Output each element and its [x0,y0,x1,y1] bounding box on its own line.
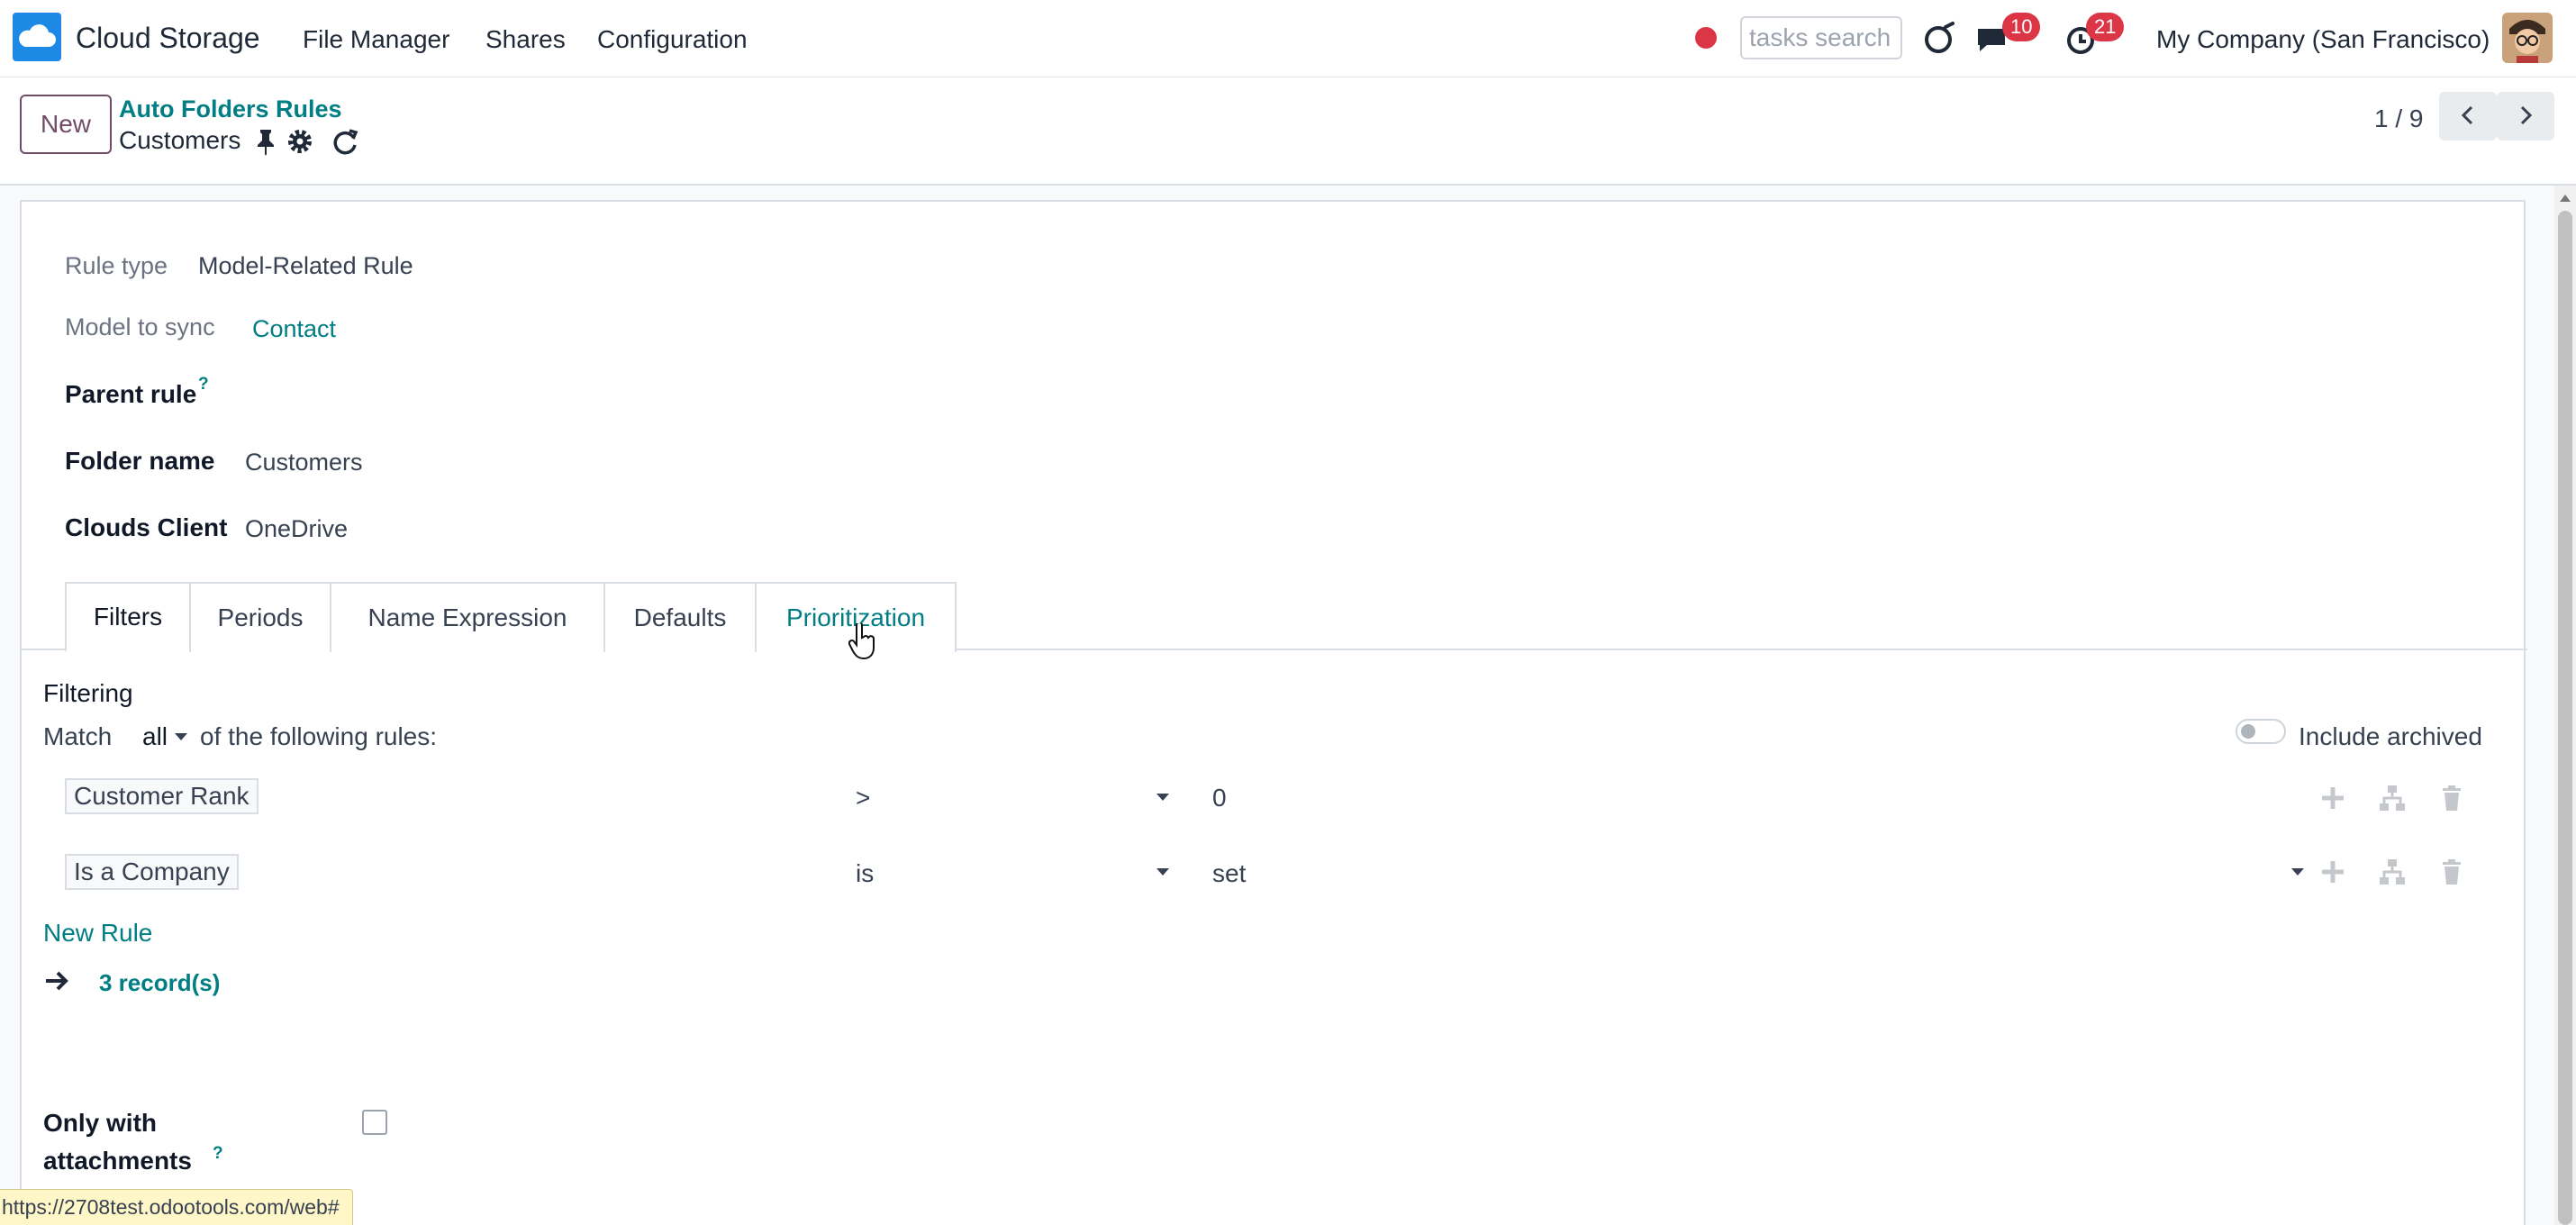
user-avatar[interactable] [2502,13,2553,63]
pin-icon[interactable] [250,126,281,157]
only-with-attachments-line1: Only with [43,1109,157,1137]
rule-1-operator-caret-icon[interactable] [1156,794,1169,801]
match-suffix: of the following rules: [200,722,438,750]
chevron-left-icon [2461,105,2473,124]
hand-pointer-cursor-icon [848,623,875,660]
notebook-tabs: Filters Periods Name Expression Defaults… [22,582,2527,652]
arrow-right-icon [46,971,68,991]
include-archived-label: Include archived [2299,722,2482,750]
pager-counter[interactable]: 1 / 9 [2374,104,2423,133]
rule-2-value-caret-icon[interactable] [2291,868,2304,876]
rule-2-add-icon[interactable] [2318,858,2347,886]
only-with-attachments-help-tooltip[interactable]: ? [213,1144,223,1164]
rule-2-value[interactable]: set [1212,859,1246,888]
rule-1-branch-icon[interactable] [2378,784,2407,812]
matching-records-link[interactable]: 3 record(s) [99,969,220,997]
new-rule-link[interactable]: New Rule [43,919,152,948]
company-switcher[interactable]: My Company (San Francisco) [2156,25,2490,54]
rule-type-label: Rule type [65,252,168,279]
match-prefix: Match [43,722,113,750]
model-to-sync-label: Model to sync [65,313,215,340]
chevron-right-icon [2520,105,2533,124]
model-to-sync-link[interactable]: Contact [252,315,336,343]
tab-defaults[interactable]: Defaults [603,582,757,652]
odoo-bot-icon[interactable] [1918,18,1960,59]
rule-1-value[interactable]: 0 [1212,784,1227,812]
cloud-app-icon[interactable] [13,13,61,61]
only-with-attachments-line2: attachments [43,1147,192,1175]
folder-name-label: Folder name [65,447,215,475]
control-panel: New Auto Folders Rules Customers 1 / 9 [0,77,2576,186]
breadcrumb-parent-link[interactable]: Auto Folders Rules [119,95,342,123]
only-with-attachments-label: Only with attachments [43,1104,223,1180]
top-navbar: Cloud Storage File Manager Shares Config… [0,0,2576,77]
rule-2-branch-icon[interactable] [2378,858,2407,886]
rule-1-field[interactable]: Customer Rank [65,778,259,814]
parent-rule-label: Parent rule [65,380,197,408]
scroll-up-arrow-icon[interactable] [2560,195,2571,202]
pager-next-button[interactable] [2497,92,2554,141]
form-sheet: Rule type Model-Related Rule Model to sy… [20,200,2527,1225]
match-all-select[interactable]: all [142,722,168,751]
new-button[interactable]: New [20,95,112,154]
rule-2-field[interactable]: Is a Company [65,854,239,890]
recording-status-dot[interactable] [1695,27,1717,49]
parent-rule-help-tooltip[interactable]: ? [198,375,209,395]
menu-file-manager[interactable]: File Manager [303,25,449,54]
messages-badge: 10 [2002,13,2041,41]
rule-2-operator[interactable]: is [856,859,874,888]
rule-2-delete-icon[interactable] [2437,858,2466,886]
form-content-area[interactable]: Rule type Model-Related Rule Model to sy… [0,186,2576,1225]
folder-name-value[interactable]: Customers [245,449,363,476]
scrollbar-thumb[interactable] [2558,211,2572,1225]
clouds-client-value[interactable]: OneDrive [245,515,348,543]
rule-1-add-icon[interactable] [2318,784,2347,812]
tab-filters[interactable]: Filters [65,582,191,652]
rule-1-delete-icon[interactable] [2437,784,2466,812]
vertical-scrollbar[interactable] [2554,186,2576,1225]
include-archived-toggle[interactable] [2236,719,2286,744]
match-caret-icon[interactable] [175,733,187,740]
pager-previous-button[interactable] [2439,92,2497,141]
menu-shares[interactable]: Shares [485,25,566,54]
rule-type-value: Model-Related Rule [198,252,413,279]
refresh-icon[interactable] [330,126,360,157]
rule-2-operator-caret-icon[interactable] [1156,868,1169,876]
clouds-client-label: Clouds Client [65,513,228,541]
app-name[interactable]: Cloud Storage [76,22,260,55]
only-with-attachments-checkbox[interactable] [362,1110,387,1135]
filtering-title: Filtering [43,679,133,707]
status-bar-url: https://2708test.odootools.com/web# [0,1189,353,1225]
rule-1-operator[interactable]: > [856,784,870,812]
tab-periods[interactable]: Periods [189,582,331,652]
gear-icon[interactable] [285,126,315,157]
menu-configuration[interactable]: Configuration [597,25,748,54]
activities-badge: 21 [2086,13,2125,41]
tab-name-expression[interactable]: Name Expression [330,582,605,652]
tasks-search-input[interactable] [1740,16,1902,59]
breadcrumb-current: Customers [119,126,241,154]
